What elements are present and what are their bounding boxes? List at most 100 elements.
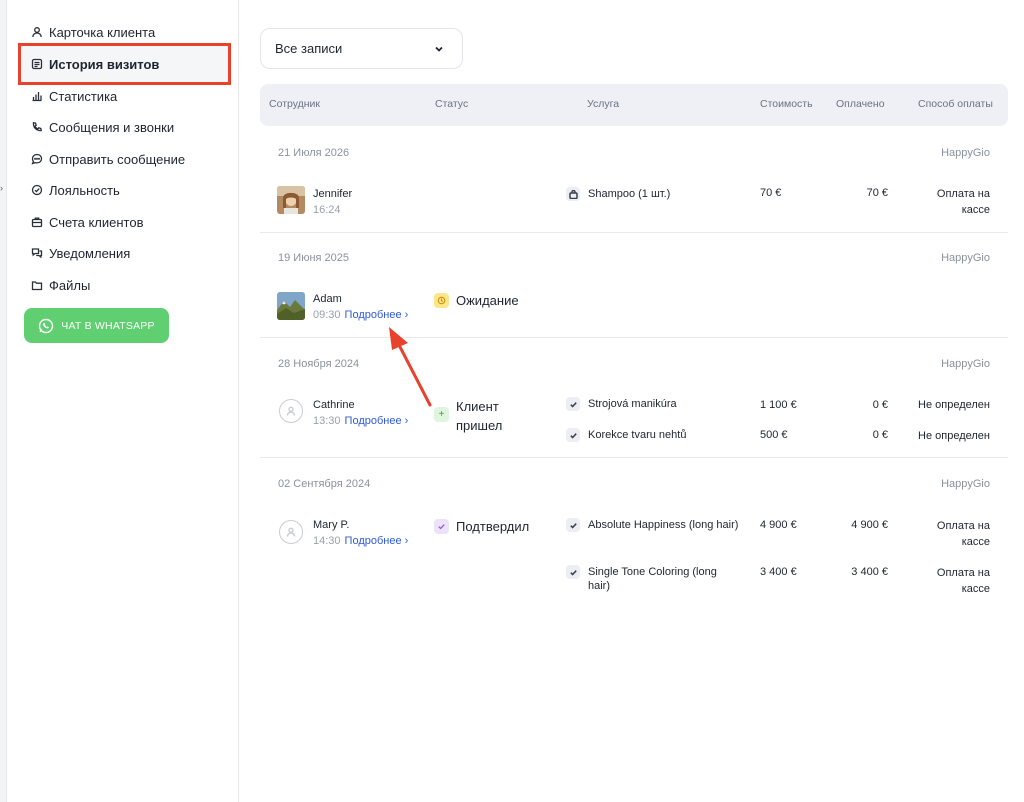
service-name: Korekce tvaru nehtů: [588, 429, 687, 441]
sidebar-item-label: Уведомления: [49, 245, 131, 261]
service-paid: 0 €: [872, 429, 888, 441]
sidebar-item-label: История визитов: [49, 56, 160, 72]
payment-method: Оплата на кассе: [936, 520, 990, 548]
visit-time: 16:24: [313, 204, 341, 216]
loyalty-icon: [31, 184, 43, 196]
service-item: Absolute Happiness (long hair): [566, 518, 738, 532]
details-link[interactable]: Подробнее ›: [345, 535, 409, 547]
sidebar-item-label: Файлы: [49, 277, 91, 293]
sidebar-item-notifications[interactable]: Уведомления: [31, 243, 130, 263]
details-link[interactable]: Подробнее ›: [345, 415, 409, 427]
sidebar-item-files[interactable]: Файлы: [31, 275, 90, 295]
notifications-icon: [31, 248, 43, 259]
visit-time: 13:30: [313, 415, 341, 427]
visit-date-row: 02 Сентября 2024 HappyGio: [260, 470, 1008, 500]
service-paid: 0 €: [872, 399, 888, 411]
salon-name: HappyGio: [941, 252, 990, 264]
group-divider: [260, 457, 1008, 458]
service-item: Shampoo (1 шт.): [566, 187, 670, 201]
column-header-service: Услуга: [587, 98, 620, 110]
payment-method: Оплата на кассе: [936, 188, 990, 216]
chevron-down-icon: [435, 46, 443, 52]
service-cost: 500 €: [760, 429, 788, 441]
salon-name: HappyGio: [941, 478, 990, 490]
sidebar-item-label: Сообщения и звонки: [49, 119, 175, 135]
whatsapp-chat-button[interactable]: ЧАТ В WHATSAPP: [24, 308, 169, 343]
column-header-status: Статус: [435, 98, 469, 110]
salon-name: HappyGio: [941, 358, 990, 370]
service-name: Strojová manikúra: [588, 398, 677, 410]
sidebar-item-client-card[interactable]: Карточка клиента: [31, 22, 155, 42]
sidebar-item-label: Отправить сообщение: [49, 151, 186, 167]
chart-icon: [32, 92, 42, 102]
chat-icon: [31, 153, 43, 165]
details-link-label: Подробнее: [344, 535, 402, 547]
sidebar-item-statistics[interactable]: Статистика: [31, 86, 117, 106]
visit-status: Ожидание: [434, 291, 519, 310]
employee-name: Jennifer: [313, 188, 353, 200]
bag-icon: [566, 187, 580, 201]
service-paid: 3 400 €: [851, 566, 888, 578]
service-name: Single Tone Coloring (long hair): [588, 566, 717, 592]
payment-method: Оплата на кассе: [936, 567, 990, 595]
clock-icon: [434, 293, 449, 308]
column-header-payment-method: Способ оплаты: [918, 98, 993, 110]
sidebar-item-label: Карточка клиента: [49, 24, 156, 40]
employee-name: Cathrine: [313, 399, 355, 411]
visit-time: 14:30: [313, 535, 341, 547]
table-header: Сотрудник Статус Услуга Стоимость Оплаче…: [260, 84, 1008, 126]
service-name: Absolute Happiness (long hair): [588, 519, 739, 531]
sidebar-item-label: Лояльность: [49, 182, 120, 198]
left-edge-strip: ›: [0, 0, 7, 802]
details-link[interactable]: Подробнее ›: [345, 309, 409, 321]
payment-method: Не определен: [918, 399, 990, 411]
folder-icon: [31, 281, 43, 291]
details-link-label: Подробнее: [344, 415, 402, 427]
visit-date-row: 19 Июня 2025 HappyGio: [260, 244, 1008, 274]
employee-avatar: [277, 292, 305, 320]
check-icon: [566, 518, 580, 532]
check-icon: [566, 565, 580, 579]
details-link-label: Подробнее: [344, 309, 402, 321]
history-icon: [31, 58, 43, 70]
service-item: Single Tone Coloring (long hair): [566, 565, 736, 593]
service-cost: 4 900 €: [760, 519, 797, 531]
service-cost: 1 100 €: [760, 399, 797, 411]
sidebar-item-label: Счета клиентов: [49, 214, 144, 230]
status-label: Подтвердил: [456, 519, 530, 534]
service-item: Korekce tvaru nehtů: [566, 428, 686, 442]
visit-status: Подтвердил: [434, 517, 529, 536]
group-divider: [260, 232, 1008, 233]
visit-date-row: 28 Ноября 2024 HappyGio: [260, 350, 1008, 380]
group-divider: [260, 337, 1008, 338]
visit-date: 19 Июня 2025: [278, 252, 350, 264]
sidebar-item-visit-history[interactable]: История визитов: [31, 54, 159, 74]
user-icon: [32, 27, 42, 38]
sidebar-item-messages-calls[interactable]: Сообщения и звонки: [31, 117, 174, 137]
service-item: Strojová manikúra: [566, 397, 677, 411]
sidebar-item-client-accounts[interactable]: Счета клиентов: [31, 212, 144, 232]
check-icon: [434, 519, 449, 534]
column-header-paid: Оплачено: [836, 98, 885, 110]
status-label: Клиент пришел: [456, 399, 503, 433]
column-header-employee: Сотрудник: [269, 98, 321, 110]
sidebar-item-loyalty[interactable]: Лояльность: [31, 180, 120, 200]
briefcase-icon: [31, 217, 43, 228]
salon-name: HappyGio: [941, 147, 990, 159]
visit-date-row: 21 Июля 2026 HappyGio: [260, 139, 1008, 169]
sidebar-item-send-message[interactable]: Отправить сообщение: [31, 149, 185, 169]
service-name: Shampoo (1 шт.): [588, 188, 671, 200]
visit-time-row: 14:30 Подробнее ›: [313, 535, 408, 547]
records-filter-select[interactable]: Все записи: [260, 28, 463, 69]
payment-method: Не определен: [918, 430, 990, 442]
check-icon: [566, 397, 580, 411]
edge-notch-icon: ›: [0, 183, 3, 193]
visit-time: 09:30: [313, 309, 341, 321]
whatsapp-icon: [39, 318, 54, 333]
visit-status: + Клиент пришел: [434, 397, 524, 435]
sidebar-item-label: Статистика: [49, 88, 118, 104]
filter-selected-value: Все записи: [275, 41, 343, 56]
status-label: Ожидание: [456, 293, 519, 308]
visit-time-row: 13:30 Подробнее ›: [313, 415, 408, 427]
service-paid: 4 900 €: [851, 519, 888, 531]
